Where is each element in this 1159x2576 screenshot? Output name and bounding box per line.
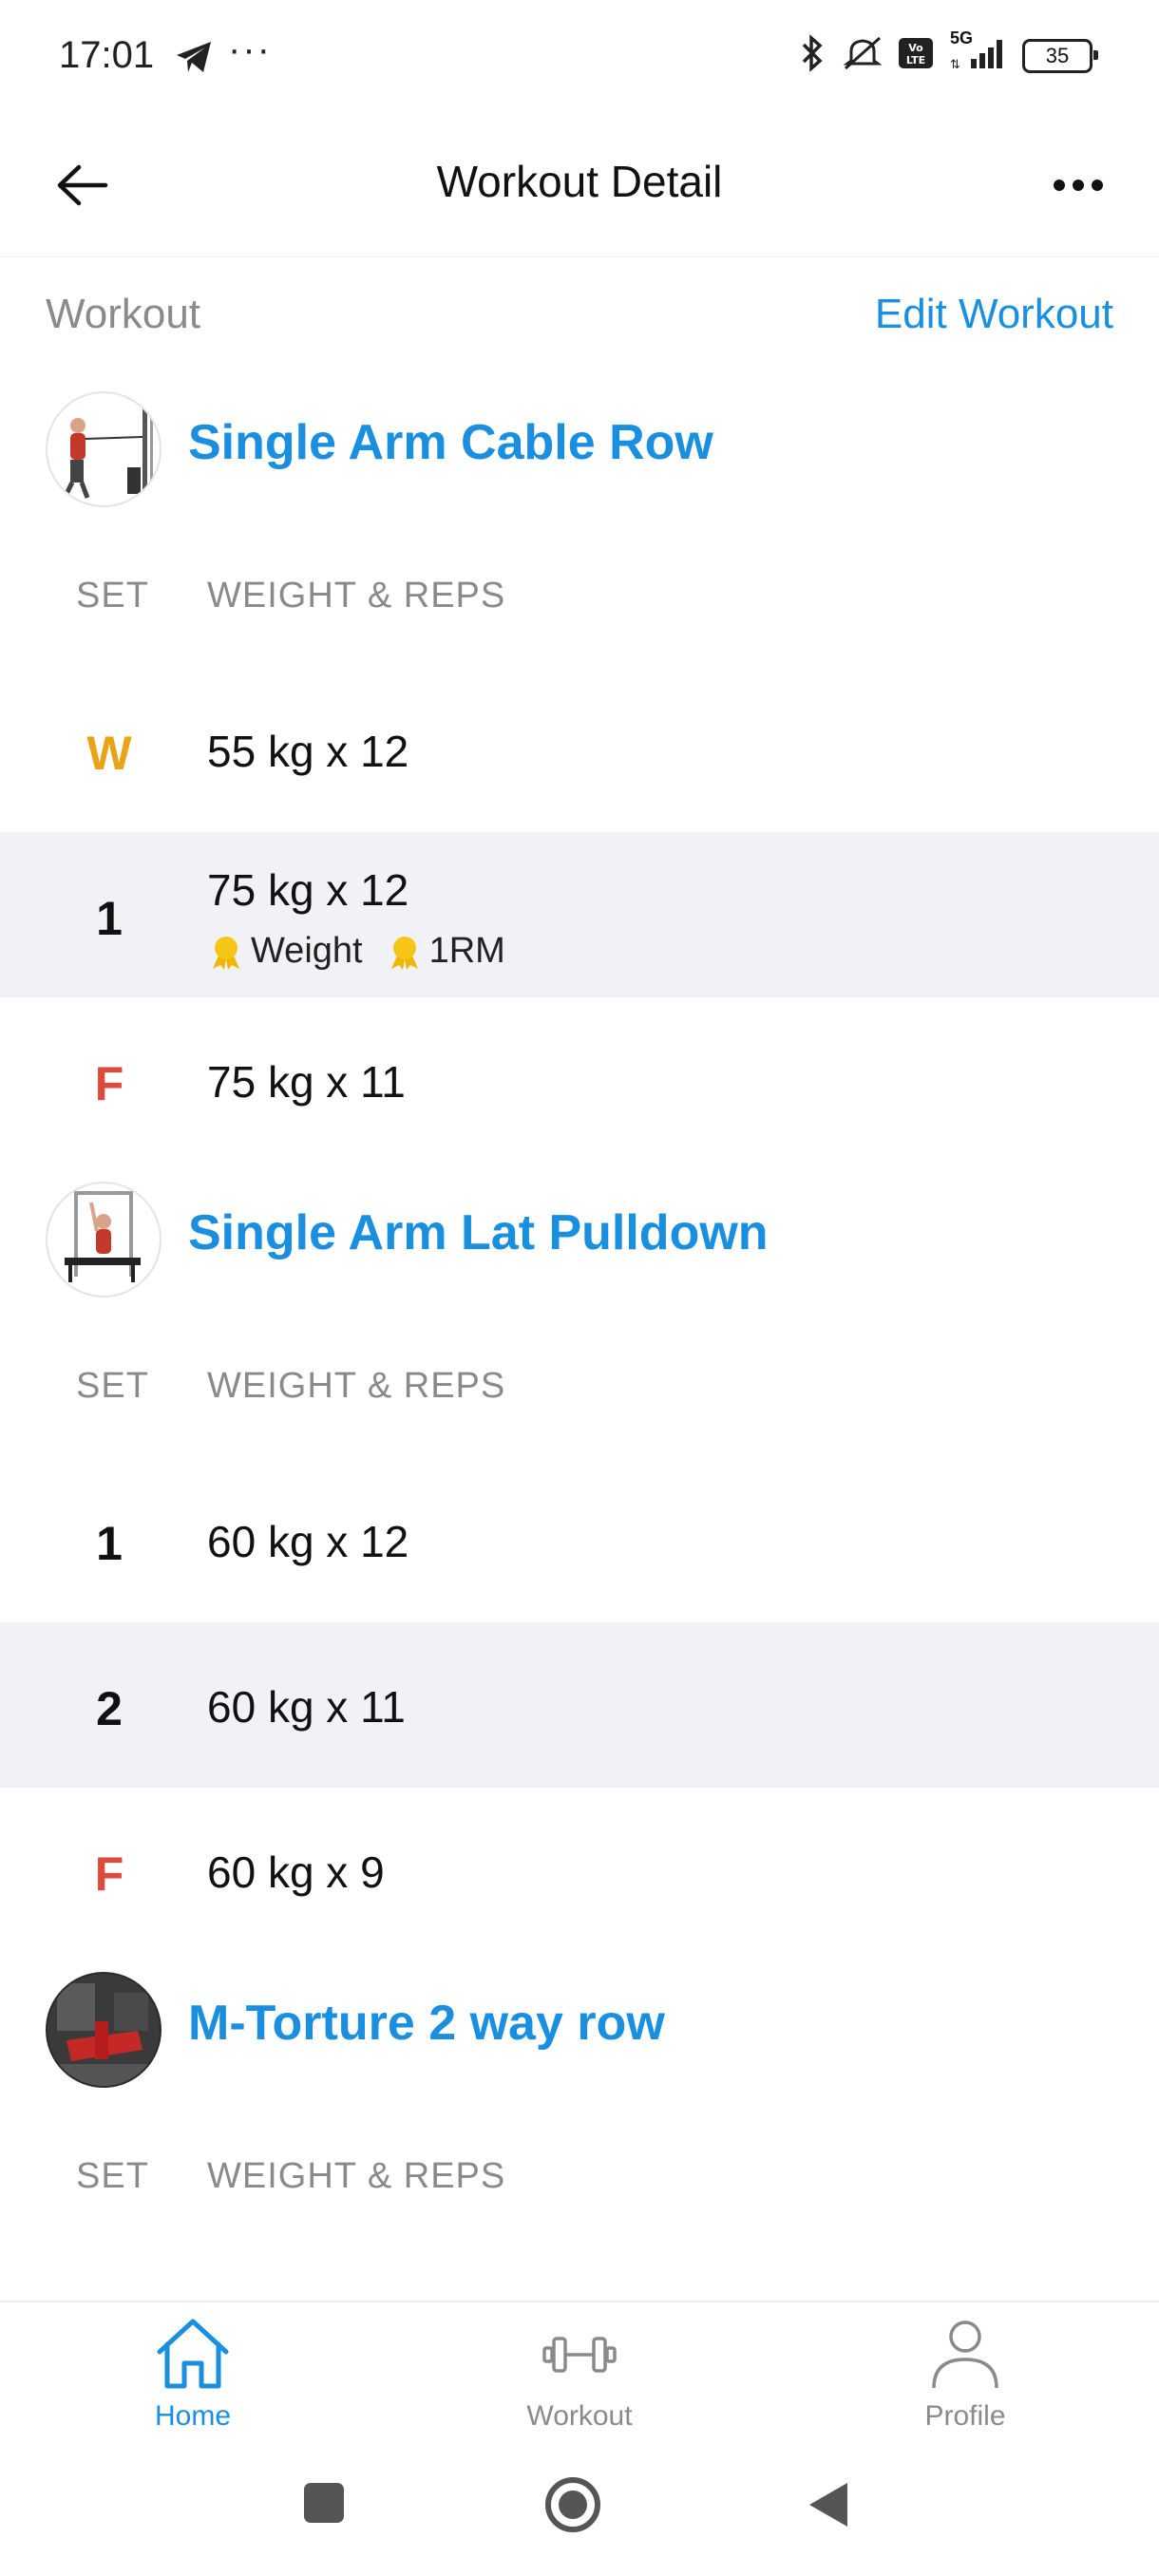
- back-system-button[interactable]: [808, 2481, 849, 2533]
- status-time: 17:01: [59, 34, 155, 76]
- set-number: 1: [96, 1517, 123, 1570]
- volte-icon: Vo LTE: [897, 36, 935, 75]
- set-table-header: SET WEIGHT & REPS: [0, 524, 1159, 667]
- column-weight-reps: WEIGHT & REPS: [207, 2156, 506, 2196]
- set-number: 2: [96, 1682, 123, 1735]
- set-row[interactable]: 1 60 kg x 12: [0, 1457, 1159, 1622]
- nav-label: Workout: [526, 2400, 633, 2432]
- set-table-header: SET WEIGHT & REPS: [0, 1315, 1159, 1457]
- workout-detail-content[interactable]: Workout Edit Workout Single Arm Cable Ro…: [0, 258, 1159, 2301]
- set-number: 1: [96, 892, 123, 945]
- column-set: SET: [76, 2156, 149, 2196]
- exercise-thumbnail[interactable]: [46, 391, 162, 507]
- more-notifications-icon: ···: [228, 28, 272, 70]
- network-type: 5G: [950, 28, 974, 47]
- medal-icon: [213, 936, 239, 970]
- record-badge: 1RM: [386, 931, 505, 972]
- recents-button[interactable]: [302, 2481, 346, 2529]
- exercise-header[interactable]: Single Arm Cable Row: [0, 372, 1159, 524]
- square-icon: [304, 2483, 344, 2523]
- svg-text:Vo: Vo: [908, 42, 923, 54]
- set-value: 75 kg x 11: [207, 1057, 406, 1107]
- svg-text:LTE: LTE: [906, 54, 925, 66]
- nav-workout[interactable]: Workout: [484, 2316, 674, 2433]
- set-row[interactable]: F 60 kg x 9: [0, 1788, 1159, 1953]
- home-icon: [157, 2319, 229, 2389]
- set-row[interactable]: F 75 kg x 11: [0, 997, 1159, 1163]
- exercise-title[interactable]: Single Arm Lat Pulldown: [188, 1204, 769, 1261]
- battery-indicator: 35: [1022, 38, 1098, 73]
- exercise-title[interactable]: M-Torture 2 way row: [188, 1995, 665, 2052]
- set-number: F: [94, 1057, 124, 1110]
- triangle-back-icon: [809, 2483, 847, 2527]
- exercise-title[interactable]: Single Arm Cable Row: [188, 414, 713, 471]
- section-label: Workout: [46, 291, 201, 337]
- telegram-icon: [175, 40, 213, 79]
- more-dot: [1054, 180, 1065, 191]
- battery-level: 35: [1045, 43, 1070, 67]
- set-row[interactable]: 1 75 kg x 12 Weight 1RM: [0, 832, 1159, 997]
- set-value: 55 kg x 12: [207, 727, 409, 776]
- set-table-header: SET WEIGHT & REPS: [0, 2105, 1159, 2247]
- column-set: SET: [76, 576, 149, 616]
- nav-home[interactable]: Home: [98, 2316, 288, 2433]
- exercise-thumbnail[interactable]: [46, 1182, 162, 1297]
- record-badge-label: Weight: [251, 931, 363, 971]
- column-set: SET: [76, 1366, 149, 1406]
- record-badge: Weight: [207, 931, 363, 972]
- set-value: 60 kg x 9: [207, 1847, 385, 1897]
- profile-icon: [932, 2320, 998, 2389]
- set-value: 75 kg x 12: [207, 865, 409, 915]
- svg-text:⇅: ⇅: [950, 58, 960, 72]
- edit-workout-button[interactable]: Edit Workout: [875, 291, 1113, 338]
- column-weight-reps: WEIGHT & REPS: [207, 1366, 506, 1406]
- set-row[interactable]: W 55 kg x 12: [0, 667, 1159, 832]
- page-title: Workout Detail: [436, 157, 723, 206]
- bottom-navigation: Home Workout Profile: [0, 2301, 1159, 2445]
- nav-label: Profile: [924, 2400, 1006, 2432]
- exercise-header[interactable]: Single Arm Lat Pulldown: [0, 1163, 1159, 1315]
- set-row[interactable]: 2 60 kg x 11: [0, 1622, 1159, 1788]
- medal-icon: [390, 936, 418, 970]
- dumbbell-icon: [542, 2337, 617, 2373]
- more-dot: [1092, 180, 1103, 191]
- more-dot: [1073, 180, 1084, 191]
- circle-icon: [545, 2477, 600, 2532]
- app-bar: Workout Detail: [0, 114, 1159, 257]
- system-navigation-bar: [0, 2443, 1159, 2576]
- exercise-thumbnail[interactable]: [46, 1972, 162, 2088]
- exercise-header[interactable]: M-Torture 2 way row: [0, 1953, 1159, 2105]
- workout-section-header: Workout Edit Workout: [0, 258, 1159, 372]
- set-value: 60 kg x 11: [207, 1682, 406, 1732]
- status-bar: 17:01 ··· Vo LTE 5G ⇅ 35: [0, 0, 1159, 114]
- nav-label: Home: [154, 2400, 232, 2432]
- column-weight-reps: WEIGHT & REPS: [207, 576, 506, 616]
- set-number: F: [94, 1847, 124, 1901]
- bluetooth-icon: [796, 34, 828, 77]
- mute-icon: [842, 34, 884, 77]
- set-number: W: [86, 727, 132, 780]
- more-options-button[interactable]: [1036, 152, 1121, 218]
- signal-icon: 5G ⇅: [948, 28, 1009, 77]
- record-badge-label: 1RM: [428, 931, 505, 971]
- set-value: 60 kg x 12: [207, 1517, 409, 1566]
- home-system-button[interactable]: [543, 2475, 602, 2539]
- nav-profile[interactable]: Profile: [870, 2316, 1060, 2433]
- record-badges: Weight 1RM: [207, 931, 505, 972]
